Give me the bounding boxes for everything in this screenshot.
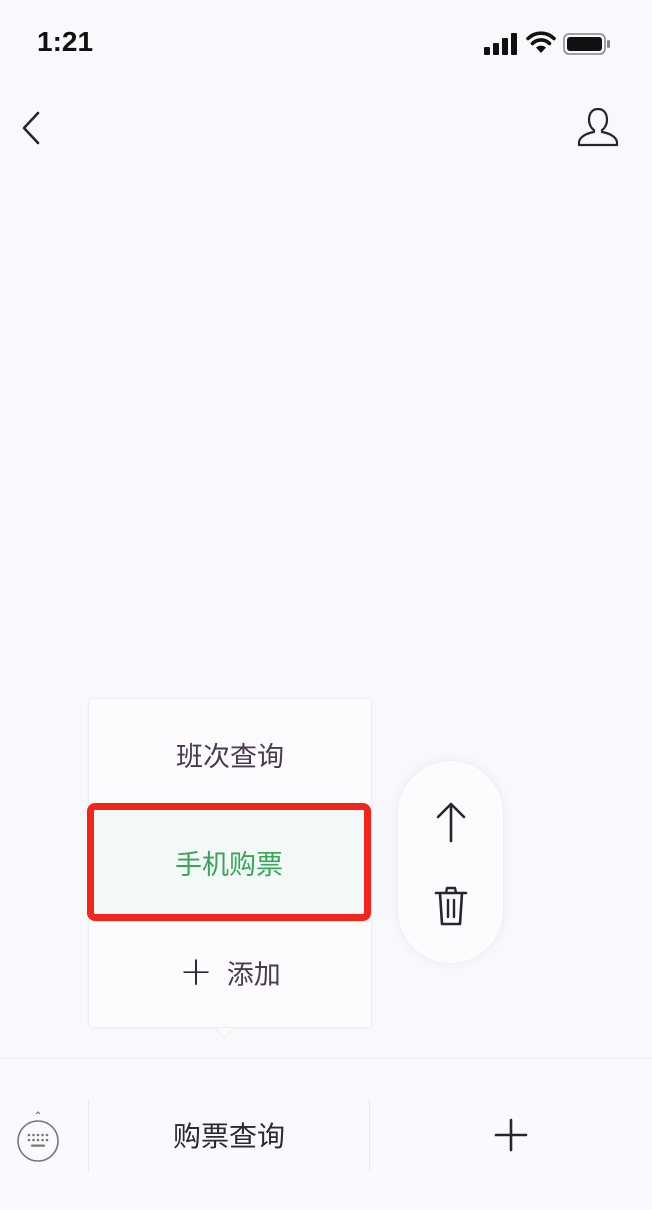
bottom-menu-label: 购票查询 (172, 1120, 285, 1153)
menu-item-add[interactable]: + 添加 (89, 917, 371, 1027)
battery-icon (563, 33, 610, 55)
menu-item-label: 添加 (226, 959, 281, 991)
add-menu-button[interactable] (370, 1105, 652, 1165)
chevron-left-icon[interactable] (18, 108, 48, 148)
screen: 1:21 班次查询 + 添加 手机购票 购票查询 (0, 0, 652, 1210)
status-time: 1:21 (37, 26, 94, 57)
keyboard-icon[interactable] (16, 1109, 60, 1169)
menu-item-label: 班次查询 (176, 741, 284, 773)
arrow-up-icon[interactable] (432, 801, 470, 843)
status-bar: 1:21 (0, 0, 652, 90)
plus-icon: + (179, 949, 213, 995)
item-actions (397, 760, 504, 964)
menu-item-schedule-query[interactable]: 班次查询 (89, 699, 371, 809)
menu-item-mobile-ticket[interactable]: 手机购票 (87, 803, 371, 921)
trash-icon[interactable] (432, 885, 470, 927)
user-icon[interactable] (576, 106, 620, 148)
bottom-menu-ticket-query[interactable]: 购票查询 (89, 1105, 369, 1165)
menu-item-label: 手机购票 (175, 849, 283, 881)
wifi-icon (526, 31, 556, 53)
bottom-menu-bar: 购票查询 (0, 1058, 652, 1210)
signal-icon (484, 33, 517, 55)
plus-icon (494, 1118, 528, 1152)
